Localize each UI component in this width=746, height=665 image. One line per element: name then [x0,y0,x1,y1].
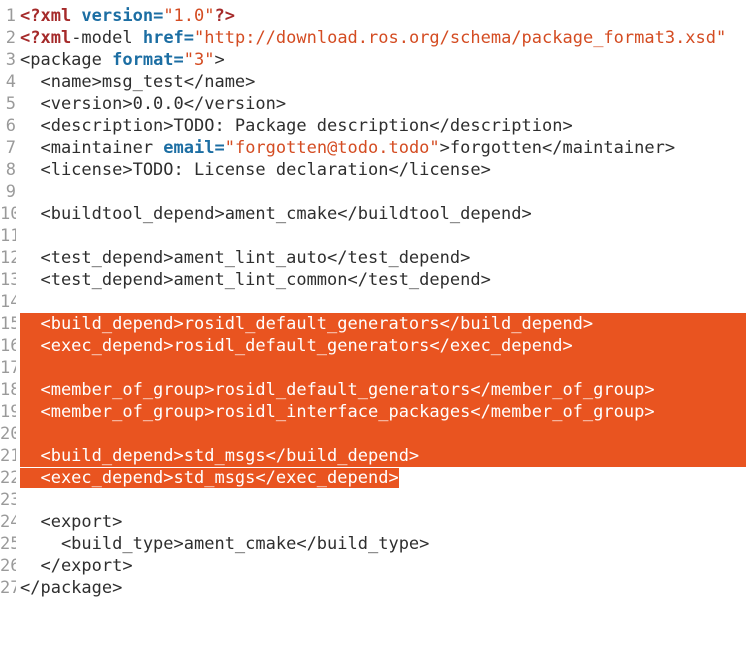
code-line[interactable]: 24 <export> [0,511,746,533]
code-line-partial-selected[interactable]: 22 <exec_depend>std_msgs</exec_depend> [0,467,746,489]
line-number: 9 [5,182,16,202]
code-text: <exec_depend>rosidl_default_generators</… [20,336,573,356]
code-text: <exec_depend>std_msgs</exec_depend> [20,467,399,489]
code-text: </export> [20,556,133,576]
code-line-selected[interactable]: 18 <member_of_group>rosidl_default_gener… [0,379,746,401]
code-text: <package format="3"> [20,49,225,71]
attribute-value: "1.0" [163,6,215,26]
attribute-name: format= [112,50,184,70]
line-number: 6 [5,116,16,136]
code-line-selected[interactable]: 21 <build_depend>std_msgs</build_depend> [0,445,746,467]
code-text: <test_depend>ament_lint_common</test_dep… [20,270,491,290]
tag-close: > [214,50,225,70]
code-text: <export> [20,512,123,532]
line-number: 11 [0,226,16,246]
line-number: 14 [0,292,16,312]
code-line[interactable]: 12 <test_depend>ament_lint_auto</test_de… [0,247,746,269]
xml-declaration-close: ?> [214,6,235,26]
code-line-selected[interactable]: 17 [0,357,746,379]
line-number: 17 [0,358,16,378]
line-number: 26 [0,556,16,576]
line-number: 4 [5,72,16,92]
attribute-name: email= [163,138,225,158]
code-text: <version>0.0.0</version> [20,94,287,114]
code-line[interactable]: 5 <version>0.0.0</version> [0,93,746,115]
line-number: 1 [5,6,16,26]
code-line[interactable]: 2 <?xml-model href="http://download.ros.… [0,27,746,49]
code-line[interactable]: 6 <description>TODO: Package description… [0,115,746,137]
code-text: <member_of_group>rosidl_interface_packag… [20,402,655,422]
attribute-name: version= [81,6,164,26]
tag-open: <package [20,50,113,70]
code-text: <buildtool_depend>ament_cmake</buildtool… [20,204,532,224]
line-number: 13 [0,270,16,290]
code-line[interactable]: 10 <buildtool_depend>ament_cmake</buildt… [0,203,746,225]
selection-highlight [20,423,746,445]
line-number: 15 [0,314,16,334]
attribute-name: href= [142,28,195,48]
line-number: 16 [0,336,16,356]
code-line-selected[interactable]: 15 <build_depend>rosidl_default_generato… [0,313,746,335]
code-text: <?xml-model href="http://download.ros.or… [20,27,726,49]
code-line[interactable]: 7 <maintainer email="forgotten@todo.todo… [0,137,746,159]
code-text: <name>msg_test</name> [20,72,256,92]
line-number: 18 [0,380,16,400]
selection-highlight: <exec_depend>std_msgs</exec_depend> [20,468,399,488]
code-text: <build_depend>rosidl_default_generators<… [20,314,594,334]
code-text: <build_depend>std_msgs</build_depend> [20,446,420,466]
code-line-selected[interactable]: 19 <member_of_group>rosidl_interface_pac… [0,401,746,423]
line-number: 22 [0,468,16,488]
code-line[interactable]: 14 [0,291,746,313]
line-number: 3 [5,50,16,70]
code-line[interactable]: 25 <build_type>ament_cmake</build_type> [0,533,746,555]
code-line[interactable]: 11 [0,225,746,247]
code-text: </package> [20,578,123,598]
code-line[interactable]: 3 <package format="3"> [0,49,746,71]
line-number: 23 [0,490,16,510]
line-number: 12 [0,248,16,268]
line-number: 10 [0,204,16,224]
code-text: <test_depend>ament_lint_auto</test_depen… [20,248,471,268]
line-number: 27 [0,578,16,598]
line-number: 5 [5,94,16,114]
code-line[interactable]: 23 [0,489,746,511]
code-line-selected[interactable]: 20 [0,423,746,445]
code-line[interactable]: 8 <license>TODO: License declaration</li… [0,159,746,181]
line-number: 21 [0,446,16,466]
tag-open: <maintainer [20,138,164,158]
xml-declaration-open: <?xml [20,6,82,26]
selection-highlight [20,357,746,379]
code-line[interactable]: 9 [0,181,746,203]
line-number: 19 [0,402,16,422]
code-line[interactable]: 27 </package> [0,577,746,599]
attribute-value: "http://download.ros.org/schema/package_… [194,28,727,48]
line-number: 20 [0,424,16,444]
code-line[interactable]: 26 </export> [0,555,746,577]
line-number: 2 [5,28,16,48]
code-editor[interactable]: 1 <?xml version="1.0"?> 2 <?xml-model hr… [0,0,746,603]
line-number: 8 [5,160,16,180]
code-text: <license>TODO: License declaration</lice… [20,160,491,180]
line-number: 25 [0,534,16,554]
xml-model-name: -model [71,28,143,48]
attribute-value: "3" [183,50,215,70]
code-line[interactable]: 1 <?xml version="1.0"?> [0,5,746,27]
code-text: <maintainer email="forgotten@todo.todo">… [20,137,675,159]
code-text: <description>TODO: Package description</… [20,116,573,136]
attribute-value: "forgotten@todo.todo" [224,138,440,158]
code-line[interactable]: 4 <name>msg_test</name> [0,71,746,93]
tag-rest: >forgotten</maintainer> [439,138,676,158]
line-number: 24 [0,512,16,532]
code-text: <?xml version="1.0"?> [20,5,235,27]
code-line[interactable]: 13 <test_depend>ament_lint_common</test_… [0,269,746,291]
xml-model-open: <?xml [20,28,72,48]
code-line-selected[interactable]: 16 <exec_depend>rosidl_default_generator… [0,335,746,357]
code-text: <build_type>ament_cmake</build_type> [20,534,430,554]
line-number: 7 [5,138,16,158]
code-text: <member_of_group>rosidl_default_generato… [20,380,655,400]
